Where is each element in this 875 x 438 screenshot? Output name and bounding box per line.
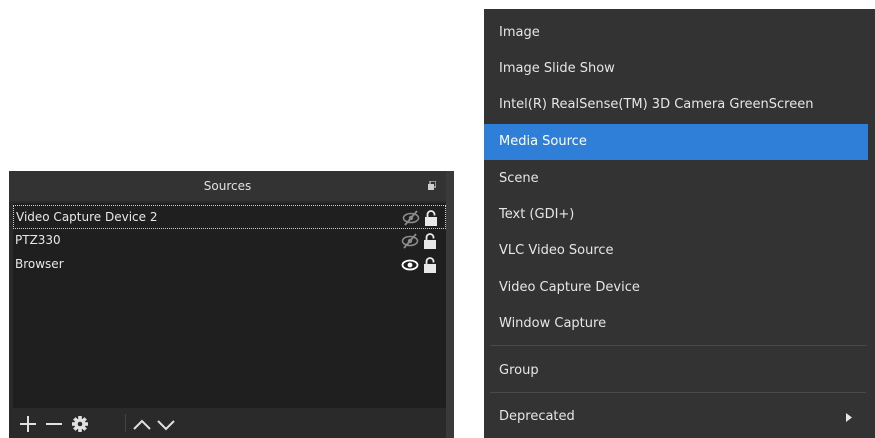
lock-icon[interactable] [423,257,437,273]
menu-item-media-source[interactable]: Media Source [484,124,868,160]
menu-item-image[interactable]: Image [484,15,868,51]
dock-edge [446,171,454,438]
minus-icon[interactable] [43,413,65,433]
menu-item-image-slide-show[interactable]: Image Slide Show [484,51,868,87]
source-list[interactable]: Video Capture Device 2 PTZ330 Browser [13,203,446,408]
menu-item-deprecated-label: Deprecated [499,409,575,424]
chevron-up-icon[interactable] [131,413,153,433]
source-name: PTZ330 [15,233,61,247]
menu-item-text-gdi[interactable]: Text (GDI+) [484,197,868,233]
sources-dock: Sources Video Capture Device 2 PTZ330 Br… [9,171,454,438]
lock-icon[interactable] [423,233,437,249]
toolbar-separator [125,414,126,432]
eye-hidden-icon[interactable] [402,210,420,226]
chevron-right-icon [846,413,852,422]
source-name: Browser [15,257,64,271]
menu-item-video-capture-device[interactable]: Video Capture Device [484,270,868,306]
menu-item-scene[interactable]: Scene [484,161,868,197]
menu-item-group[interactable]: Group [484,353,868,389]
gear-icon[interactable] [69,413,91,433]
source-row[interactable]: PTZ330 [13,229,446,253]
dock-title: Sources [9,171,446,201]
dock-float-icon[interactable] [428,181,436,190]
eye-icon[interactable] [401,257,419,273]
plus-icon[interactable] [17,413,39,433]
source-name: Video Capture Device 2 [16,210,158,224]
menu-item-deprecated[interactable]: Deprecated [484,399,868,435]
menu-item-window-capture[interactable]: Window Capture [484,306,868,342]
eye-hidden-icon[interactable] [401,233,419,249]
source-row[interactable]: Video Capture Device 2 [13,205,446,229]
menu-separator [490,345,866,346]
menu-item-realsense[interactable]: Intel(R) RealSense(TM) 3D Camera GreenSc… [484,87,868,123]
add-source-menu: Image Image Slide Show Intel(R) RealSens… [484,9,875,438]
lock-icon[interactable] [424,210,438,226]
sources-toolbar [13,408,446,438]
source-row[interactable]: Browser [13,253,446,277]
menu-separator [490,392,866,393]
chevron-down-icon[interactable] [155,413,177,433]
menu-item-vlc-video-source[interactable]: VLC Video Source [484,233,868,269]
